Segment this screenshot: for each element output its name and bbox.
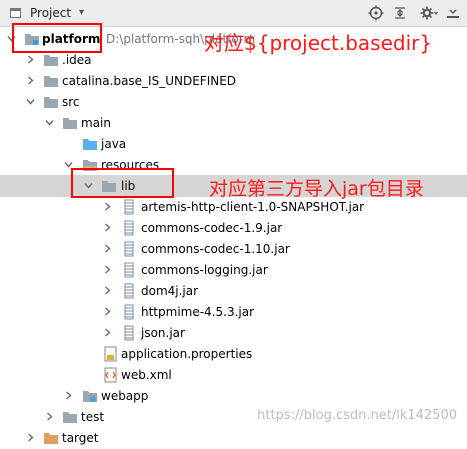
chevron-right-icon[interactable] xyxy=(103,328,112,337)
tree-label: main xyxy=(81,116,111,130)
tree-label: commons-codec-1.10.jar xyxy=(141,242,290,256)
tree-node-jar[interactable]: commons-codec-1.10.jar xyxy=(0,238,467,260)
chevron-right-icon[interactable] xyxy=(26,433,35,442)
jar-icon xyxy=(124,199,134,215)
target-icon[interactable] xyxy=(368,5,384,21)
tree-label: application.properties xyxy=(121,347,253,361)
annotation-basedir: 对应${project.basedir} xyxy=(204,31,433,55)
jar-icon xyxy=(124,304,134,320)
folder-icon xyxy=(63,412,77,423)
jar-icon xyxy=(124,241,134,257)
settings-icon[interactable] xyxy=(420,5,438,21)
tree-label: dom4j.jar xyxy=(141,284,199,298)
tree-node-web-xml[interactable]: web.xml xyxy=(0,364,467,386)
tree-label: json.jar xyxy=(141,326,185,340)
chevron-down-icon[interactable] xyxy=(26,97,35,106)
xml-file-icon xyxy=(104,367,117,383)
chevron-right-icon[interactable] xyxy=(26,76,35,85)
tree-node-jar[interactable]: commons-logging.jar xyxy=(0,259,467,281)
properties-file-icon xyxy=(104,346,117,362)
folder-icon xyxy=(44,97,58,108)
tree-node-java[interactable]: java xyxy=(0,133,467,155)
tree-node-jar[interactable]: json.jar xyxy=(0,322,467,344)
chevron-right-icon[interactable] xyxy=(64,391,73,400)
project-tree: platform D:\platform-sqh\platform .idea … xyxy=(0,28,467,445)
tree-label: test xyxy=(81,410,105,424)
chevron-down-icon[interactable] xyxy=(45,118,54,127)
tree-label: .idea xyxy=(62,53,92,67)
chevron-right-icon[interactable] xyxy=(26,55,35,64)
hide-icon[interactable] xyxy=(446,5,462,21)
tree-node-application-properties[interactable]: application.properties xyxy=(0,343,467,365)
jar-icon xyxy=(124,283,134,299)
tree-label: commons-logging.jar xyxy=(141,263,268,277)
tool-window-title[interactable]: Project xyxy=(30,6,71,20)
folder-icon xyxy=(44,76,58,87)
annotation-lib: 对应第三方导入jar包目录 xyxy=(209,178,424,200)
chevron-right-icon[interactable] xyxy=(103,286,112,295)
tree-label: target xyxy=(62,431,99,445)
folder-icon xyxy=(63,118,77,129)
chevron-right-icon[interactable] xyxy=(103,202,112,211)
tree-label: catalina.base_IS_UNDEFINED xyxy=(62,74,237,88)
tree-label: webapp xyxy=(101,389,149,403)
tree-label: src xyxy=(62,95,80,109)
chevron-right-icon[interactable] xyxy=(103,223,112,232)
jar-icon xyxy=(124,220,134,236)
tree-node-catalina[interactable]: catalina.base_IS_UNDEFINED xyxy=(0,70,467,92)
tree-node-jar[interactable]: dom4j.jar xyxy=(0,280,467,302)
chevron-right-icon[interactable] xyxy=(103,307,112,316)
annotation-box-platform xyxy=(12,23,102,53)
tree-label: artemis-http-client-1.0-SNAPSHOT.jar xyxy=(141,200,365,214)
tree-label: java xyxy=(101,137,127,151)
project-panel-icon xyxy=(10,8,21,18)
source-folder-icon xyxy=(83,139,97,150)
chevron-right-icon[interactable] xyxy=(103,244,112,253)
chevron-right-icon[interactable] xyxy=(45,412,54,421)
web-folder-icon xyxy=(83,391,97,402)
jar-icon xyxy=(124,325,134,341)
tree-node-src[interactable]: src xyxy=(0,91,467,113)
chevron-down-icon[interactable]: ▾ xyxy=(79,7,84,18)
tree-label: web.xml xyxy=(121,368,172,382)
jar-icon xyxy=(124,262,134,278)
tree-node-jar[interactable]: commons-codec-1.9.jar xyxy=(0,217,467,239)
tree-label: commons-codec-1.9.jar xyxy=(141,221,283,235)
folder-icon xyxy=(44,55,58,66)
tree-node-main[interactable]: main xyxy=(0,112,467,134)
tree-node-target[interactable]: target xyxy=(0,427,467,449)
excluded-folder-icon xyxy=(44,433,58,444)
annotation-box-lib xyxy=(71,168,174,198)
chevron-right-icon[interactable] xyxy=(103,265,112,274)
collapse-all-icon[interactable] xyxy=(392,5,408,21)
watermark: https://blog.csdn.net/lk142500 xyxy=(257,408,457,423)
tree-node-jar[interactable]: httpmime-4.5.3.jar xyxy=(0,301,467,323)
tree-label: httpmime-4.5.3.jar xyxy=(141,305,255,319)
tree-node-webapp[interactable]: webapp xyxy=(0,385,467,407)
